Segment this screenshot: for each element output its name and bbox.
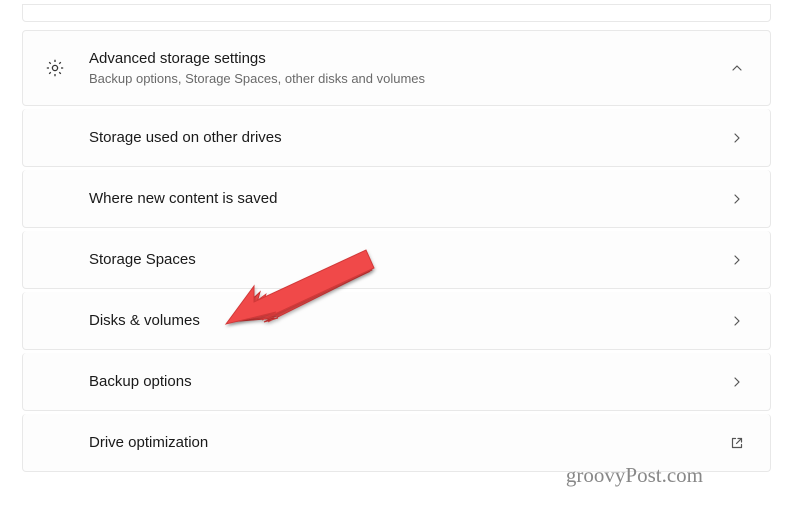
item-storage-spaces[interactable]: Storage Spaces [22, 231, 771, 289]
panel-stub-above [22, 4, 771, 22]
header-subtitle: Backup options, Storage Spaces, other di… [89, 71, 730, 88]
item-label: Backup options [89, 373, 730, 390]
item-where-new-content-saved[interactable]: Where new content is saved [22, 170, 771, 228]
item-label: Disks & volumes [89, 312, 730, 329]
chevron-right-icon [730, 131, 744, 145]
item-label: Storage Spaces [89, 251, 730, 268]
chevron-right-icon [730, 314, 744, 328]
header-text-block: Advanced storage settings Backup options… [89, 49, 730, 87]
advanced-storage-settings-header[interactable]: Advanced storage settings Backup options… [22, 30, 771, 106]
chevron-right-icon [730, 375, 744, 389]
item-label: Where new content is saved [89, 190, 730, 207]
chevron-up-icon [730, 61, 744, 75]
external-link-icon [730, 436, 744, 450]
item-drive-optimization[interactable]: Drive optimization [22, 414, 771, 472]
item-storage-used-other-drives[interactable]: Storage used on other drives [22, 109, 771, 167]
gear-icon [45, 58, 65, 78]
chevron-right-icon [730, 253, 744, 267]
item-label: Drive optimization [89, 434, 730, 451]
item-disks-and-volumes[interactable]: Disks & volumes [22, 292, 771, 350]
item-label: Storage used on other drives [89, 129, 730, 146]
item-backup-options[interactable]: Backup options [22, 353, 771, 411]
chevron-right-icon [730, 192, 744, 206]
header-title: Advanced storage settings [89, 49, 730, 69]
